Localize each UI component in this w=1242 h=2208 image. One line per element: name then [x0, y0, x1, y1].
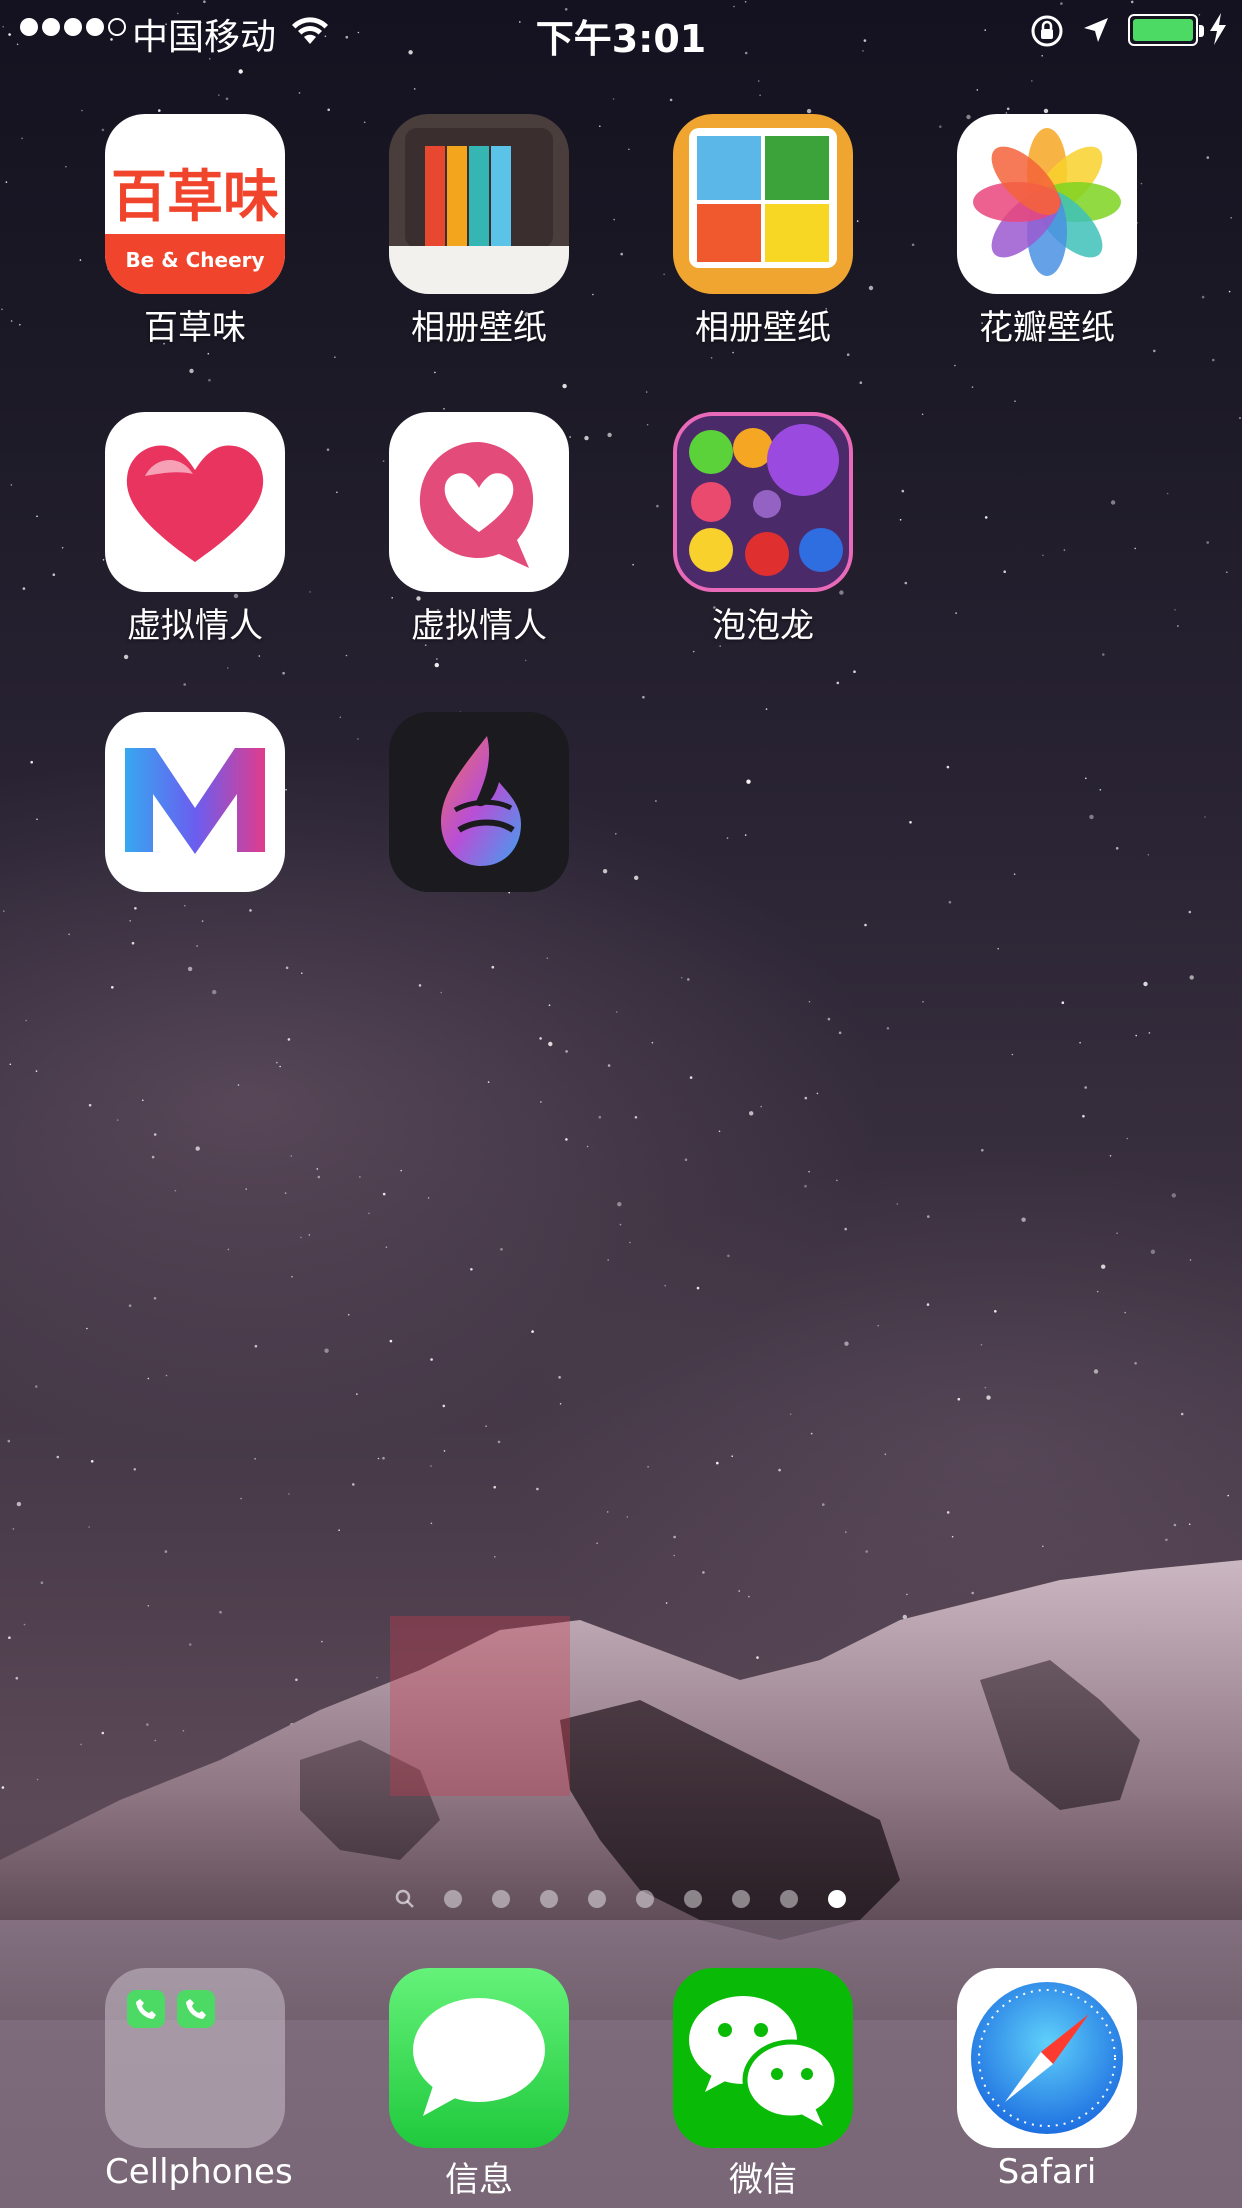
app-petal-wallpaper[interactable]: 花瓣壁纸: [957, 114, 1137, 349]
app-baicaowei[interactable]: 百草味 Be & Cheery 百草味: [105, 114, 285, 349]
dock-app-cellphones[interactable]: Cellphones: [105, 1968, 293, 2192]
drag-placeholder: [390, 1616, 570, 1796]
battery-icon: [1128, 14, 1204, 46]
heart-icon: [105, 412, 285, 592]
dock-app-messages[interactable]: 信息: [389, 1968, 569, 2201]
page-dot[interactable]: [492, 1890, 510, 1908]
rotation-lock-icon: [1031, 15, 1063, 47]
app-label: 相册壁纸: [411, 308, 547, 348]
phone-icon: [136, 1999, 156, 2019]
status-bar: 中国移动 下午3:01: [0, 0, 1242, 62]
heart-bubble-icon: [389, 412, 569, 592]
location-arrow-icon: [1084, 18, 1108, 42]
messages-icon: [389, 1968, 569, 2148]
folder-icon: [105, 1968, 285, 2148]
petal-wallpaper-icon: [957, 114, 1137, 294]
page-dot[interactable]: [636, 1890, 654, 1908]
app-label: 虚拟情人: [127, 606, 263, 646]
dock: Cellphones 信息 微信 Safari: [0, 1920, 1242, 2208]
app-flame[interactable]: [389, 712, 569, 898]
phone-icon: [186, 1999, 206, 2019]
app-virtual-lover-1[interactable]: 虚拟情人: [105, 412, 285, 647]
page-dot[interactable]: [828, 1890, 846, 1908]
charging-bolt-icon: [1210, 13, 1226, 45]
m-logo-icon: [105, 712, 285, 892]
baicaowei-brand: 百草味: [111, 165, 279, 230]
app-photo-wallpaper[interactable]: 相册壁纸: [673, 114, 853, 349]
app-label: 虚拟情人: [411, 606, 547, 646]
app-label: 泡泡龙: [712, 606, 814, 646]
dock-label: 信息: [445, 2160, 513, 2200]
page-dot[interactable]: [444, 1890, 462, 1908]
dock-label: 微信: [729, 2160, 797, 2200]
app-album-wallpaper[interactable]: 相册壁纸: [389, 114, 569, 349]
page-dot[interactable]: [540, 1890, 558, 1908]
album-wallpaper-icon: [389, 114, 569, 294]
page-dot[interactable]: [588, 1890, 606, 1908]
page-indicator[interactable]: [0, 1884, 1242, 1914]
dock-label: Safari: [997, 2152, 1097, 2192]
app-bubble-dragon[interactable]: 泡泡龙: [673, 412, 853, 647]
photo-wallpaper-icon: [673, 114, 853, 294]
app-m-logo[interactable]: [105, 712, 285, 898]
app-label: 花瓣壁纸: [979, 308, 1115, 348]
home-screen: 中国移动 下午3:01 百草味 Be & Cheery 百草味 相册壁纸 相册壁…: [0, 0, 1242, 2208]
page-dot[interactable]: [732, 1890, 750, 1908]
battery-fill: [1133, 19, 1193, 41]
dock-label: Cellphones: [105, 2152, 293, 2192]
bubble-game-icon: [673, 412, 853, 592]
baicaowei-icon: 百草味 Be & Cheery: [105, 114, 285, 294]
app-label: 百草味: [144, 308, 246, 348]
dock-app-wechat[interactable]: 微信: [673, 1968, 853, 2201]
flame-icon: [389, 712, 569, 892]
wechat-icon: [673, 1968, 853, 2148]
app-label: 相册壁纸: [695, 308, 831, 348]
dock-app-safari[interactable]: Safari: [957, 1968, 1137, 2192]
safari-compass-icon: [957, 1968, 1137, 2148]
search-icon[interactable]: [393, 1887, 417, 1911]
baicaowei-subtitle: Be & Cheery: [125, 248, 265, 272]
page-dot[interactable]: [780, 1890, 798, 1908]
app-virtual-lover-2[interactable]: 虚拟情人: [389, 412, 569, 647]
page-dot[interactable]: [684, 1890, 702, 1908]
